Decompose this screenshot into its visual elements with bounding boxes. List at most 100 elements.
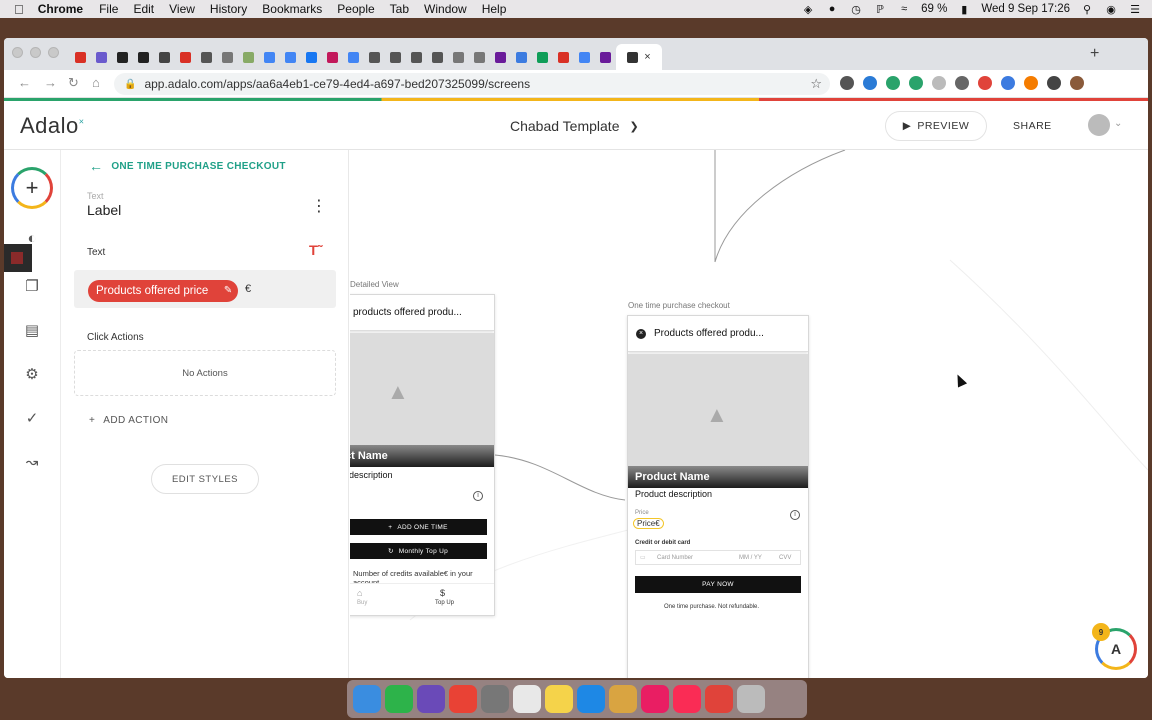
monthly-top-up-button[interactable]: ↻ Monthly Top Up (350, 543, 487, 559)
browser-tab[interactable] (595, 44, 616, 70)
adalo-logo[interactable]: Adalo× (20, 113, 85, 139)
browser-tab[interactable] (322, 44, 343, 70)
checkout-description[interactable]: Product description (635, 489, 712, 499)
extension-icon[interactable] (1001, 76, 1015, 90)
home-icon[interactable]: ⌂ (357, 588, 362, 598)
dock-app-icon[interactable] (737, 685, 765, 713)
creative-cloud-icon[interactable]: ◈ (801, 3, 815, 16)
dock-app-icon[interactable] (545, 685, 573, 713)
edit-styles-button[interactable]: EDIT STYLES (151, 464, 259, 494)
forward-arrow-icon[interactable]: → (44, 75, 57, 90)
new-tab-button[interactable]: + (1090, 45, 1099, 63)
browser-tab[interactable] (196, 44, 217, 70)
card-input[interactable]: ▭ Card Number MM / YY CVV (635, 550, 801, 565)
menu-people[interactable]: People (337, 2, 374, 16)
browser-tab[interactable] (343, 44, 364, 70)
edit-pencil-icon[interactable]: ✎ (224, 280, 232, 302)
wechat-icon[interactable]: ● (825, 3, 839, 15)
address-bar[interactable]: 🔒 app.adalo.com/apps/aa6a4eb1-ce79-4ed4-… (114, 73, 830, 95)
publish-check-icon[interactable]: ✓ (23, 410, 41, 428)
extension-icon[interactable] (863, 76, 877, 90)
menubar-clock[interactable]: Wed 9 Sep 17:26 (981, 3, 1070, 15)
close-icon[interactable]: × (636, 328, 646, 339)
bluetooth-icon[interactable]: ℙ (873, 3, 887, 16)
nav-buy-label[interactable]: Buy (357, 600, 367, 606)
notification-center-icon[interactable]: ☰ (1128, 3, 1142, 16)
browser-tab[interactable] (490, 44, 511, 70)
extension-icon[interactable] (909, 76, 923, 90)
siri-icon[interactable]: ◉ (1104, 3, 1118, 16)
avatar[interactable] (1088, 114, 1110, 136)
browser-tab[interactable] (217, 44, 238, 70)
checkout-product-name[interactable]: Product Name (628, 466, 808, 488)
browser-tab[interactable] (133, 44, 154, 70)
extension-icon[interactable] (886, 76, 900, 90)
help-launcher-button[interactable]: A 9 (1092, 623, 1137, 670)
checkout-footnote[interactable]: One time purchase. Not refundable. (664, 604, 759, 610)
share-button[interactable]: SHARE (1013, 120, 1052, 132)
close-window-button[interactable] (12, 47, 23, 58)
extension-icon[interactable] (1047, 76, 1061, 90)
checkout-screen-title[interactable]: Products offered produ... (654, 328, 764, 339)
browser-tab[interactable] (385, 44, 406, 70)
browser-tab[interactable] (532, 44, 553, 70)
more-options-icon[interactable]: ⋮ (311, 196, 327, 216)
add-action-button[interactable]: + ADD ACTION (89, 415, 168, 426)
database-icon[interactable]: ▤ (23, 322, 41, 340)
extension-icon[interactable] (840, 76, 854, 90)
menu-view[interactable]: View (169, 2, 195, 16)
dock-app-icon[interactable] (513, 685, 541, 713)
menu-bookmarks[interactable]: Bookmarks (262, 2, 322, 16)
zoom-window-button[interactable] (48, 47, 59, 58)
detail-screen-label[interactable]: Detailed View (350, 280, 399, 289)
project-selector[interactable]: Chabad Template ❯ (510, 118, 639, 134)
screens-canvas[interactable]: Detailed View products offered produ... … (350, 150, 1148, 678)
back-to-screen-link[interactable]: ← ONE TIME PURCHASE CHECKOUT (89, 158, 286, 174)
dock-app-icon[interactable] (353, 685, 381, 713)
nav-topup-label[interactable]: Top Up (435, 600, 454, 606)
add-one-time-button[interactable]: + ADD ONE TIME (350, 519, 487, 535)
analytics-icon[interactable]: ↝ (23, 454, 41, 472)
menu-help[interactable]: Help (482, 2, 507, 16)
browser-tab[interactable] (448, 44, 469, 70)
menu-edit[interactable]: Edit (133, 2, 154, 16)
back-arrow-icon[interactable]: ← (18, 75, 31, 90)
checkout-screen[interactable]: × Products offered produ... ▲ Product Na… (627, 315, 809, 678)
browser-tab[interactable] (469, 44, 490, 70)
screens-icon[interactable]: ❐ (23, 278, 41, 296)
price-label-selected[interactable]: Price€ (633, 518, 664, 529)
browser-tab[interactable] (70, 44, 91, 70)
browser-tab[interactable] (511, 44, 532, 70)
pay-now-button[interactable]: PAY NOW (635, 576, 801, 593)
lock-icon[interactable]: 🔒 (124, 79, 136, 90)
minimize-window-button[interactable] (30, 47, 41, 58)
account-chevron-icon[interactable]: ⌄ (1114, 118, 1122, 129)
browser-tab[interactable] (91, 44, 112, 70)
browser-tab[interactable] (406, 44, 427, 70)
dock-app-icon[interactable] (641, 685, 669, 713)
add-component-button[interactable]: + (11, 167, 53, 209)
dock-app-icon[interactable] (673, 685, 701, 713)
extension-icon[interactable] (978, 76, 992, 90)
text-value-field[interactable]: Products offered price ✎ € (74, 270, 336, 308)
settings-gear-icon[interactable]: ⚙ (23, 366, 41, 384)
battery-icon[interactable]: ▮ (957, 3, 971, 16)
browser-tab[interactable] (301, 44, 322, 70)
detail-description[interactable]: description (350, 470, 393, 480)
extension-icon[interactable] (955, 76, 969, 90)
checkout-screen-label[interactable]: One time purchase checkout (628, 301, 730, 310)
dock-app-icon[interactable] (577, 685, 605, 713)
browser-tab[interactable] (238, 44, 259, 70)
browser-tab[interactable] (427, 44, 448, 70)
browser-tab[interactable] (574, 44, 595, 70)
detail-image-placeholder[interactable]: ▲ (350, 333, 494, 461)
menu-app-name[interactable]: Chrome (38, 2, 83, 16)
detail-screen-title[interactable]: products offered produ... (353, 307, 462, 318)
browser-tab[interactable] (364, 44, 385, 70)
browser-tab[interactable] (553, 44, 574, 70)
dock-app-icon[interactable] (609, 685, 637, 713)
browser-tab[interactable] (259, 44, 280, 70)
menu-history[interactable]: History (210, 2, 247, 16)
bookmark-star-icon[interactable]: ☆ (810, 76, 822, 92)
dock-app-icon[interactable] (449, 685, 477, 713)
